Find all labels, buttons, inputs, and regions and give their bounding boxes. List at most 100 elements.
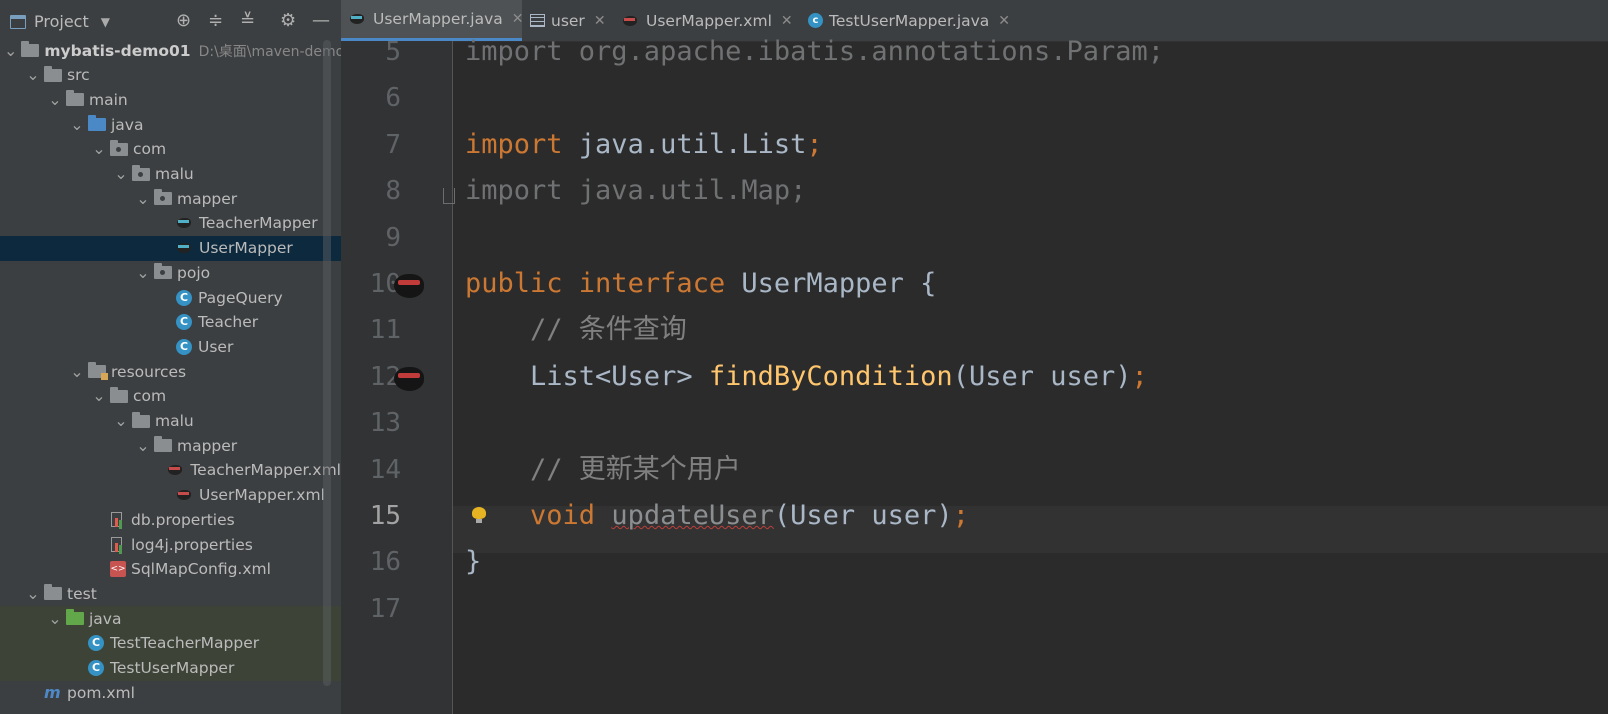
lightbulb-icon[interactable] [472,507,486,523]
tree-item[interactable]: ⌄ malu [0,409,341,434]
expand-all-icon[interactable]: ≑ [208,11,223,31]
chevron-down-icon[interactable]: ⌄ [136,190,150,206]
chevron-down-icon[interactable]: ⌄ [26,585,40,601]
tree-item[interactable]: ⌄ mapper [0,186,341,211]
tree-item-label: TestTeacherMapper [110,634,260,653]
code-line[interactable]: // 条件查询 [465,310,687,350]
chevron-down-icon[interactable]: ⌄ [48,610,62,626]
tree-item[interactable]: C User [0,334,341,359]
mybatis-xml-icon [622,14,640,28]
tree-item[interactable]: ⌄ malu [0,162,341,187]
tree-item[interactable]: ⌄ mapper [0,433,341,458]
code-line[interactable]: List<User> findByCondition(User user); [465,357,1148,397]
code-line[interactable]: // 更新某个用户 [465,450,741,490]
tree-item-label: src [67,66,90,85]
chevron-down-icon[interactable]: ⌄ [92,141,106,157]
tree-item[interactable]: C PageQuery [0,285,341,310]
tree-item[interactable]: C TestTeacherMapper [0,630,341,656]
chevron-down-icon[interactable]: ⌄ [136,264,150,280]
code-token: public [465,268,579,299]
chevron-down-icon[interactable]: ⌄ [114,166,128,182]
mybatis-xml-icon [176,488,194,502]
package-icon [154,189,172,206]
chevron-down-icon[interactable]: ⌄ [70,363,84,379]
line-number: 17 [369,593,401,624]
code-line[interactable]: public interface UserMapper { [465,264,936,304]
close-icon[interactable]: ✕ [594,13,606,29]
source-folder-icon [88,115,106,132]
resources-folder-icon [88,362,108,381]
mybatis-java-icon [349,12,367,26]
chevron-down-icon[interactable]: ⌄ [114,413,128,429]
tree-item[interactable]: ⌄ java [0,112,341,137]
test-class-icon: C [88,635,104,652]
tree-item[interactable]: ⌄ com [0,384,341,409]
code-line[interactable]: } [465,542,481,582]
tree-item-label: mapper [177,189,238,208]
project-panel-header: Project ▼ ⊕ ≑ ≚ ⚙ — [0,0,341,43]
package-icon [132,164,150,181]
code-line[interactable]: import java.util.List; [465,125,823,165]
locate-icon[interactable]: ⊕ [176,11,191,31]
tree-item-label: pojo [177,263,211,282]
chevron-down-icon[interactable]: ⌄ [92,388,106,404]
tree-item-label: TeacherMapper [199,214,318,233]
tree-item[interactable]: db.properties [0,507,341,532]
close-icon[interactable]: ✕ [781,13,793,29]
folder-icon [44,65,62,82]
unused-method-name: updateUser [611,500,774,531]
tree-item[interactable]: ⌄ com [0,137,341,162]
line-number: 11 [369,315,401,346]
line-number: 9 [385,222,401,253]
tree-item[interactable]: ⌄ main [0,87,341,112]
code-token: java.util.List [578,128,807,160]
tree-item[interactable]: ⌄ src [0,63,341,88]
class-icon: C [176,338,192,355]
tree-item[interactable]: ⌄ pojo [0,260,341,285]
package-icon [154,263,172,280]
gear-icon[interactable]: ⚙ [280,11,296,31]
project-title[interactable]: Project [34,12,89,31]
tree-item[interactable]: ⌄ resources [0,359,341,384]
hide-icon[interactable]: — [312,11,330,31]
tree-item[interactable]: ⌄ java [0,606,341,632]
code-line[interactable]: void updateUser(User user); [465,496,969,536]
line-number: 14 [369,454,401,485]
mybatis-navigate-icon[interactable] [392,270,428,300]
chevron-down-icon[interactable]: ▼ [101,15,110,29]
tree-item[interactable]: log4j.properties [0,532,341,557]
tree-item[interactable]: ⌄ test [0,581,341,606]
tree-scrollbar[interactable] [323,40,331,686]
test-class-icon: c [808,13,823,28]
mybatis-navigate-icon[interactable] [392,363,428,393]
tree-item-label: main [89,90,128,109]
line-number: 13 [369,408,401,439]
tree-item[interactable]: C TestUserMapper [0,655,341,681]
tree-item[interactable]: ⌄ mybatis-demo01 D:\桌面\maven-demo\ [0,38,341,63]
chevron-down-icon[interactable]: ⌄ [4,42,17,58]
code-token: import org.apache.ibatis.annotations.Par… [465,36,1164,67]
close-icon[interactable]: ✕ [998,13,1010,29]
tree-item[interactable]: TeacherMapper.xml [0,458,341,483]
tree-item[interactable]: m pom.xml [0,680,341,705]
code-line[interactable]: import org.apache.ibatis.annotations.Par… [465,32,1164,72]
collapse-all-icon[interactable]: ≚ [240,11,255,31]
tree-item-label: java [111,115,144,134]
tree-item-label: PageQuery [198,288,283,307]
code-line[interactable]: import java.util.Map; [465,171,806,211]
folder-icon [154,436,172,453]
line-number: 6 [385,83,401,114]
chevron-down-icon[interactable]: ⌄ [70,116,84,132]
chevron-down-icon[interactable]: ⌄ [26,67,40,83]
tree-item[interactable]: C Teacher [0,310,341,335]
tree-item[interactable]: TeacherMapper [0,211,341,236]
tree-item[interactable]: UserMapper.xml [0,483,341,508]
class-icon: C [176,314,192,331]
chevron-down-icon[interactable]: ⌄ [136,437,150,453]
chevron-down-icon[interactable]: ⌄ [48,91,62,107]
code-token: ; [806,128,823,160]
fold-marker-icon[interactable] [443,188,455,204]
xml-file-icon: <> [110,561,126,578]
tree-item[interactable]: UserMapper [0,235,341,261]
tree-item[interactable]: <> SqlMapConfig.xml [0,557,341,582]
